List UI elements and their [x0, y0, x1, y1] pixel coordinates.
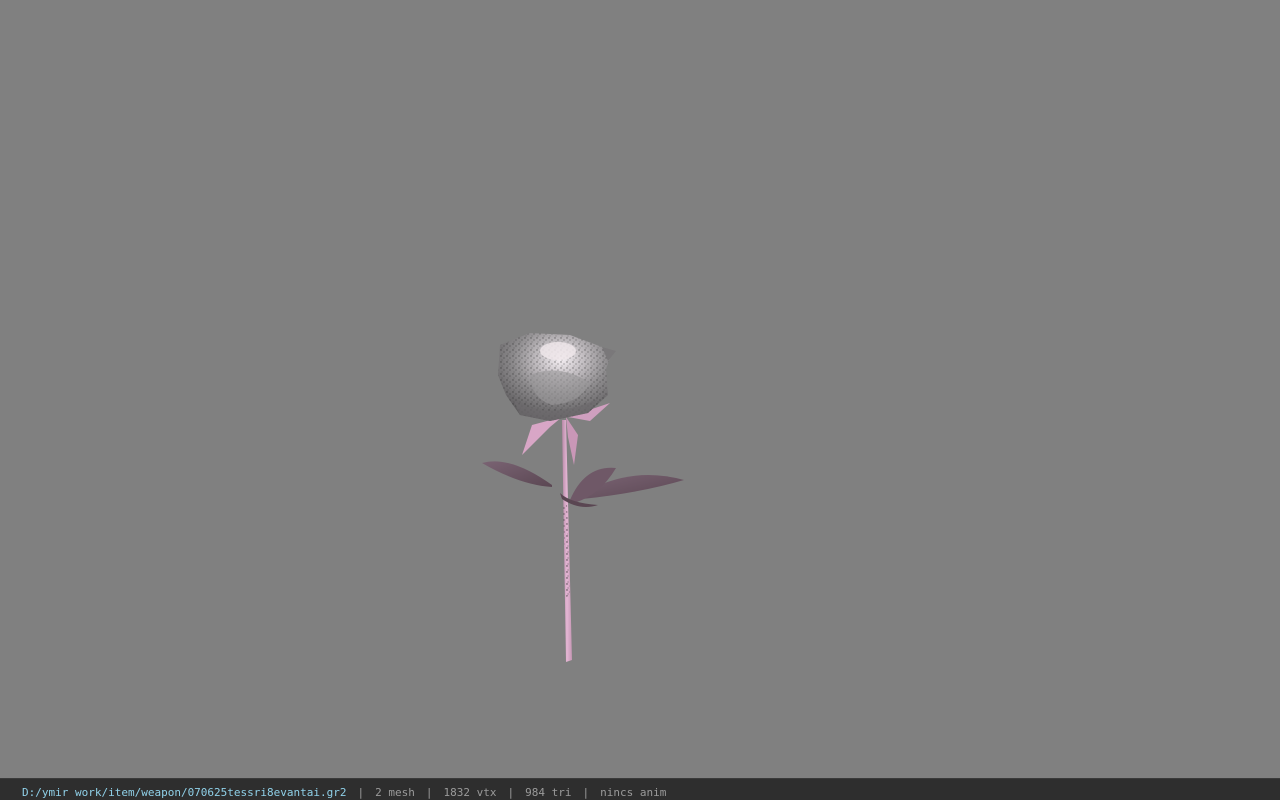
triangle-count: 984 tri: [525, 786, 572, 799]
mesh-count: 2 mesh: [375, 786, 415, 799]
animation-status: nincs anim: [600, 786, 667, 799]
separator: |: [582, 786, 590, 799]
3d-viewport[interactable]: [0, 0, 1280, 778]
file-path: D:/ymir work/item/weapon/070625tessri8ev…: [22, 786, 347, 799]
rose-sepal: [522, 417, 562, 455]
rose-leaf-left: [482, 461, 552, 487]
vertex-count: 1832 vtx: [443, 786, 497, 799]
separator: |: [425, 786, 433, 799]
status-bar: D:/ymir work/item/weapon/070625tessri8ev…: [0, 778, 1280, 800]
separator: |: [507, 786, 515, 799]
separator: |: [357, 786, 365, 799]
rose-model: [482, 333, 684, 662]
